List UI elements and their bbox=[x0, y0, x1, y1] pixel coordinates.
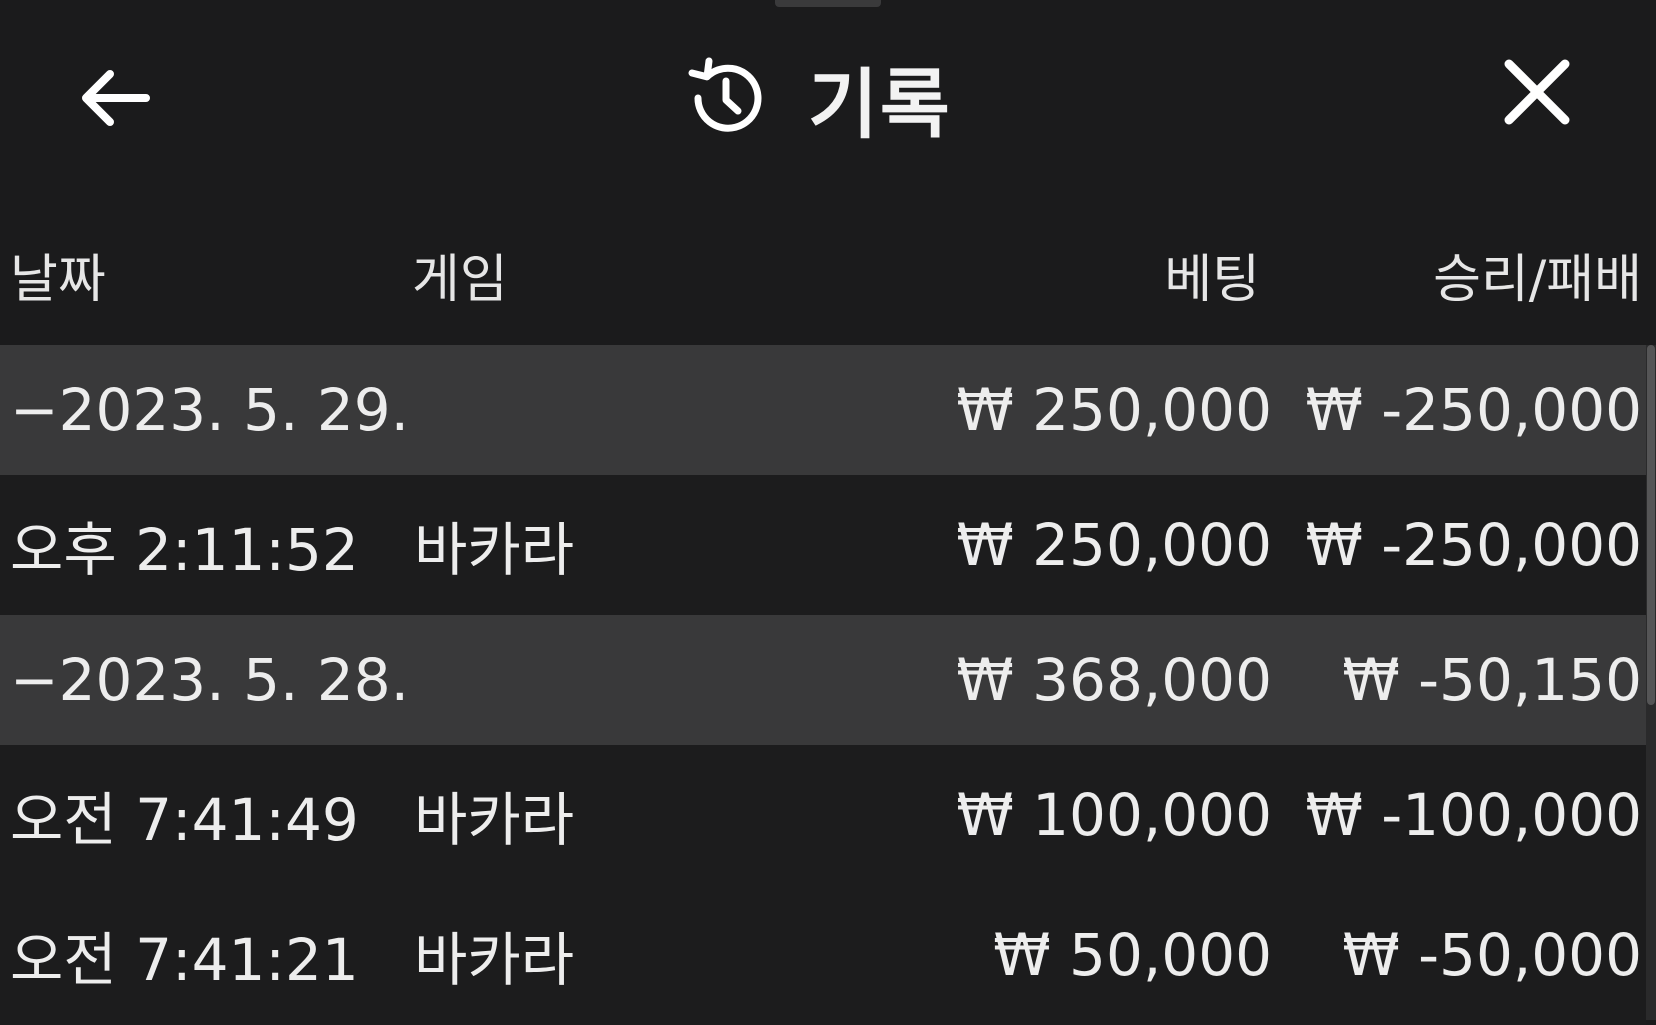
row-bet: ₩ 50,000 bbox=[993, 921, 1272, 989]
row-time: 오전 7:41:21 bbox=[10, 926, 359, 994]
back-button[interactable] bbox=[72, 56, 156, 140]
close-button[interactable] bbox=[1495, 50, 1579, 134]
history-row[interactable]: 오전 7:41:21 바카라 ₩ 50,000 ₩ -50,000 bbox=[0, 885, 1646, 1025]
row-game: 바카라 bbox=[414, 516, 575, 584]
row-date: −2023. 5. 29. bbox=[10, 376, 410, 444]
date-group-row[interactable]: −2023. 5. 29. ₩ 250,000 ₩ -250,000 bbox=[0, 345, 1646, 475]
row-bet: ₩ 368,000 bbox=[956, 646, 1272, 714]
header-title-group: 기록 bbox=[680, 48, 952, 149]
history-table: −2023. 5. 29. ₩ 250,000 ₩ -250,000 오후 2:… bbox=[0, 345, 1656, 1025]
row-time: 오후 2:11:52 bbox=[10, 516, 359, 584]
row-result: ₩ -100,000 bbox=[1305, 781, 1642, 849]
page-title: 기록 bbox=[808, 60, 952, 149]
row-result: ₩ -250,000 bbox=[1305, 376, 1642, 444]
row-time: 오전 7:41:49 bbox=[10, 786, 359, 854]
column-header-game[interactable]: 게임 bbox=[412, 240, 508, 320]
row-bet: ₩ 100,000 bbox=[956, 781, 1272, 849]
row-game: 바카라 bbox=[414, 786, 575, 854]
row-result: ₩ -50,150 bbox=[1342, 646, 1642, 714]
column-header-date[interactable]: 날짜 bbox=[10, 240, 106, 320]
column-header-result[interactable]: 승리/패배 bbox=[1433, 240, 1642, 320]
row-bet: ₩ 250,000 bbox=[956, 376, 1272, 444]
arrow-left-icon bbox=[82, 70, 150, 126]
row-date: −2023. 5. 28. bbox=[10, 646, 410, 714]
history-row[interactable]: 오전 7:41:49 바카라 ₩ 100,000 ₩ -100,000 bbox=[0, 745, 1646, 885]
row-game: 바카라 bbox=[414, 926, 575, 994]
close-icon bbox=[1504, 59, 1570, 125]
date-group-row[interactable]: −2023. 5. 28. ₩ 368,000 ₩ -50,150 bbox=[0, 615, 1646, 745]
row-bet: ₩ 250,000 bbox=[956, 511, 1272, 579]
column-header-bet[interactable]: 베팅 bbox=[1164, 240, 1260, 320]
header: 기록 bbox=[0, 0, 1656, 190]
history-row[interactable]: 오후 2:11:52 바카라 ₩ 250,000 ₩ -250,000 bbox=[0, 475, 1646, 615]
history-icon bbox=[688, 57, 762, 132]
row-result: ₩ -50,000 bbox=[1342, 921, 1642, 989]
scrollbar-thumb[interactable] bbox=[1647, 345, 1655, 705]
row-result: ₩ -250,000 bbox=[1305, 511, 1642, 579]
